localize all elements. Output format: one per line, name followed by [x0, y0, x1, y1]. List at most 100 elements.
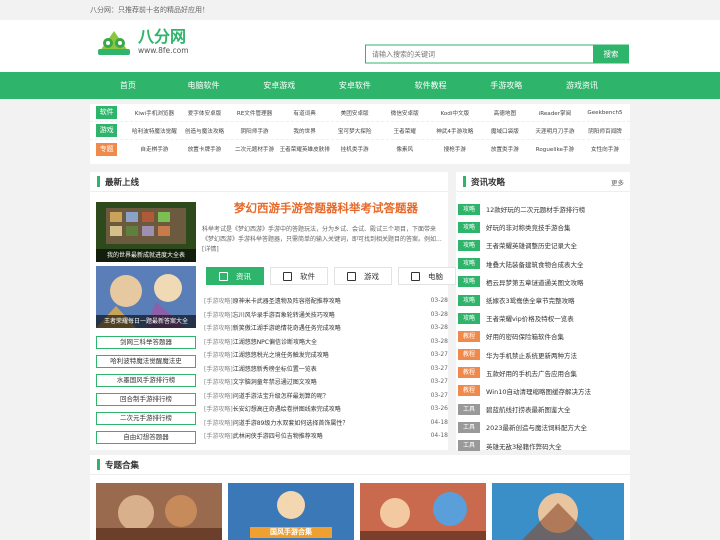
- guide-title[interactable]: 纸嫁衣3鸳鸯债全章节完整攻略: [486, 295, 575, 305]
- category-link[interactable]: iReader掌阅: [530, 109, 580, 117]
- guide-title[interactable]: 英雄无敌3秘籍作弊码大全: [486, 441, 562, 451]
- category-link[interactable]: 微信安卓版: [380, 109, 430, 117]
- category-link[interactable]: 创造与魔法攻略: [179, 127, 229, 135]
- category-link[interactable]: RE文件管理器: [230, 109, 280, 117]
- news-title[interactable]: 江湖悠悠NPC偏信诊断攻略大全: [233, 337, 428, 346]
- guide-title[interactable]: 王者荣耀vip价格及特权一览表: [486, 313, 574, 323]
- guide-title[interactable]: 好玩的非对称类竞技手游合集: [486, 222, 571, 232]
- news-title[interactable]: 武林闲侠手游四号位吉物推荐攻略: [233, 431, 428, 440]
- guide-item[interactable]: 攻略 好玩的非对称类竞技手游合集: [458, 218, 630, 236]
- guide-item[interactable]: 教程 好用的密码保险箱软件合集: [458, 327, 630, 345]
- nav-tutorials[interactable]: 软件教程: [393, 72, 469, 99]
- news-item[interactable]: [手游攻略] 问道手游法宝升级怎样最划算的呢？ 03-27: [204, 389, 448, 403]
- news-item[interactable]: [手游攻略] 新笑傲江湖手游绝情花奇遇任务完成攻略 03-28: [204, 321, 448, 335]
- guide-item[interactable]: 工具 2023最新创造与魔法饲料配方大全: [458, 418, 630, 436]
- side-link[interactable]: 哈利波特魔法觉醒魔法史: [96, 355, 196, 368]
- category-link[interactable]: Kodi中文版: [430, 109, 480, 117]
- featured-detail-link[interactable]: [详情]: [202, 246, 219, 253]
- category-link[interactable]: 放置卡牌手游: [179, 145, 229, 153]
- nav-home[interactable]: 首页: [90, 72, 166, 99]
- category-link[interactable]: 女性向手游: [580, 145, 630, 153]
- category-link[interactable]: 神武4手游攻略: [430, 127, 480, 135]
- side-link[interactable]: 水墨国风手游排行榜: [96, 374, 196, 387]
- guide-item[interactable]: 攻略 栖云异梦第五章谜道通关图文攻略: [458, 273, 630, 291]
- news-title[interactable]: 问道手游89级力水双套如何选择首饰属性？: [233, 418, 428, 427]
- guide-item[interactable]: 攻略 纸嫁衣3鸳鸯债全章节完整攻略: [458, 291, 630, 309]
- category-link[interactable]: 放置类手游: [480, 145, 530, 153]
- category-link[interactable]: 哈利波特魔法觉醒: [129, 127, 179, 135]
- news-title[interactable]: 新笑傲江湖手游绝情花奇遇任务完成攻略: [233, 323, 428, 332]
- search-button[interactable]: 搜索: [593, 44, 629, 64]
- topic-thumb[interactable]: [492, 483, 624, 540]
- category-link[interactable]: Geekbench5: [580, 110, 630, 116]
- guide-title[interactable]: 2023最新创造与魔法饲料配方大全: [486, 422, 587, 432]
- news-title[interactable]: 江湖悠悠税光之境任务触发完成攻略: [233, 350, 428, 359]
- guide-title[interactable]: 碧蓝航线打捞表最新图鉴大全: [486, 404, 571, 414]
- category-link[interactable]: 天涯明月刀手游: [530, 127, 580, 135]
- category-link[interactable]: 王者荣耀: [380, 127, 430, 135]
- topic-thumb[interactable]: [360, 483, 486, 540]
- nav-android-software[interactable]: 安卓软件: [317, 72, 393, 99]
- tab-software[interactable]: 软件: [270, 267, 328, 285]
- guide-item[interactable]: 教程 五款好用的手机去广告应用合集: [458, 364, 630, 382]
- tab-news[interactable]: 资讯: [206, 267, 264, 285]
- category-link[interactable]: 高德地图: [480, 109, 530, 117]
- guide-title[interactable]: 12款好玩的二次元题材手游排行榜: [486, 204, 585, 214]
- category-link[interactable]: 阴阳师百闻牌: [580, 127, 630, 135]
- category-link[interactable]: 有道词典: [280, 109, 330, 117]
- nav-android-games[interactable]: 安卓游戏: [241, 72, 317, 99]
- news-title[interactable]: 长安幻想高庄奇遇绘卷拼图线索完成攻略: [233, 404, 428, 413]
- nav-game-guides[interactable]: 手游攻略: [468, 72, 544, 99]
- side-link[interactable]: 自由幻想答题器: [96, 431, 196, 444]
- category-link[interactable]: 挂机类手游: [330, 145, 380, 153]
- guide-title[interactable]: 好用的密码保险箱软件合集: [486, 331, 564, 341]
- news-item[interactable]: [手游攻略] 江湖悠悠新秀榜坐标位置一览表 03-27: [204, 362, 448, 376]
- guide-item[interactable]: 教程 Win10自动清理缩略图缓存解决方法: [458, 382, 630, 400]
- news-title[interactable]: 问道手游法宝升级怎样最划算的呢？: [233, 391, 428, 400]
- guide-item[interactable]: 工具 碧蓝航线打捞表最新图鉴大全: [458, 400, 630, 418]
- category-link[interactable]: Kiwi手机浏览器: [129, 109, 179, 117]
- news-item[interactable]: [手游攻略] 江湖悠悠NPC偏信诊断攻略大全 03-28: [204, 335, 448, 349]
- news-title[interactable]: 文字脑洞童年禁忌通过图文攻略: [233, 377, 428, 386]
- news-item[interactable]: [手游攻略] 长安幻想高庄奇遇绘卷拼图线索完成攻略 03-26: [204, 402, 448, 416]
- category-link[interactable]: 宝可梦大探险: [330, 127, 380, 135]
- search-input[interactable]: [365, 44, 593, 64]
- news-item[interactable]: [手游攻略] 文字脑洞童年禁忌通过图文攻略 03-27: [204, 375, 448, 389]
- category-link[interactable]: 爱字体安卓版: [179, 109, 229, 117]
- news-item[interactable]: [手游攻略] 武林闲侠手游四号位吉物推荐攻略 04-18: [204, 429, 448, 443]
- topic-thumb[interactable]: [96, 483, 222, 540]
- news-title[interactable]: 江湖悠悠新秀榜坐标位置一览表: [233, 364, 428, 373]
- side-link[interactable]: 二次元手游排行榜: [96, 412, 196, 425]
- category-link[interactable]: 自走棋手游: [129, 145, 179, 153]
- nav-game-news[interactable]: 游戏资讯: [544, 72, 620, 99]
- guide-title[interactable]: 堆叠大陆装备建筑食物合成表大全: [486, 259, 584, 269]
- category-link[interactable]: 王者荣耀英雄皮肤排行榜: [280, 145, 330, 153]
- category-link[interactable]: 像素风: [380, 145, 430, 153]
- news-item[interactable]: [手游攻略] 忘川风华录手游百象轮转通关技巧攻略 03-28: [204, 308, 448, 322]
- category-link[interactable]: 阴阳师手游: [230, 127, 280, 135]
- guide-item[interactable]: 攻略 12款好玩的二次元题材手游排行榜: [458, 200, 630, 218]
- site-logo[interactable]: 八分网 www.8fe.com: [96, 27, 189, 57]
- category-link[interactable]: 魔域口袋版: [480, 127, 530, 135]
- guide-item[interactable]: 攻略 堆叠大陆装备建筑食物合成表大全: [458, 255, 630, 273]
- guide-title[interactable]: 王者荣耀英雄调整历史记录大全: [486, 240, 577, 250]
- guide-item[interactable]: 教程 华为手机禁止系统更新两种方法: [458, 346, 630, 364]
- latest-image-1[interactable]: 我的世界最新成就进度大全表: [96, 202, 196, 262]
- side-link[interactable]: 回合制手游排行榜: [96, 393, 196, 406]
- nav-pc-software[interactable]: 电脑软件: [166, 72, 242, 99]
- category-link[interactable]: 美团安卓版: [330, 109, 380, 117]
- category-link[interactable]: 我的世界: [280, 127, 330, 135]
- category-link[interactable]: 搜枪手游: [430, 145, 480, 153]
- news-item[interactable]: [手游攻略] 原神米卡武器圣遗物及阵容搭配推荐攻略 03-28: [204, 294, 448, 308]
- news-item[interactable]: [手游攻略] 江湖悠悠税光之境任务触发完成攻略 03-27: [204, 348, 448, 362]
- guide-item[interactable]: 工具 英雄无敌3秘籍作弊码大全: [458, 436, 630, 454]
- news-item[interactable]: [手游攻略] 问道手游89级力水双套如何选择首饰属性？ 04-18: [204, 416, 448, 430]
- side-link[interactable]: 剑网三科举答题器: [96, 336, 196, 349]
- guide-item[interactable]: 攻略 王者荣耀vip价格及特权一览表: [458, 309, 630, 327]
- topic-thumb[interactable]: 国风手游合集: [228, 483, 354, 540]
- category-link[interactable]: Roguelike手游: [530, 145, 580, 153]
- latest-image-2[interactable]: 王者荣耀每日一题最新答案大全: [96, 266, 196, 328]
- news-title[interactable]: 忘川风华录手游百象轮转通关技巧攻略: [233, 310, 428, 319]
- guide-title[interactable]: 五款好用的手机去广告应用合集: [486, 368, 577, 378]
- guide-title[interactable]: 栖云异梦第五章谜道通关图文攻略: [486, 277, 584, 287]
